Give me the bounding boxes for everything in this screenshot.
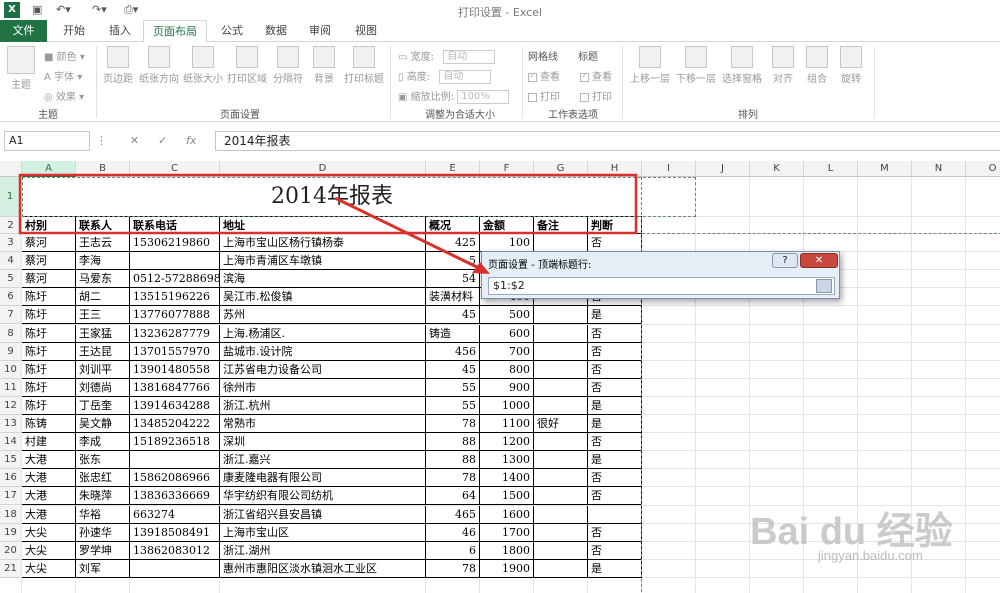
title-rows-highlight <box>18 173 638 235</box>
watermark-url: jingyan.baidu.com <box>818 548 923 563</box>
watermark-logo: Bai du 经验 <box>750 511 953 553</box>
arrow-head-icon <box>472 262 490 274</box>
